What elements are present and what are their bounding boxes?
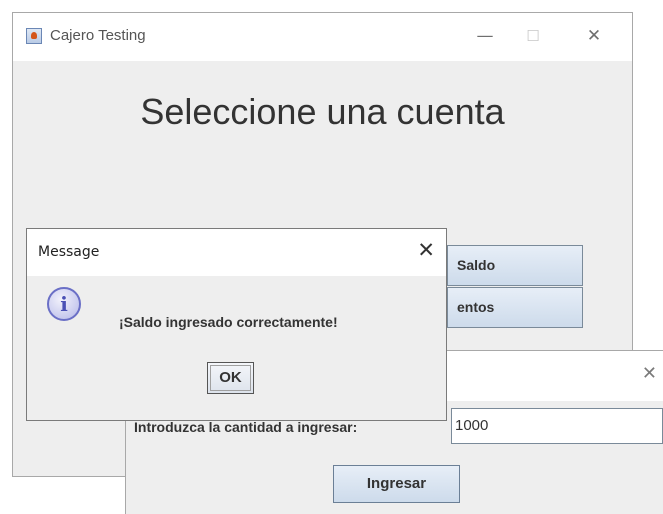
message-dialog: Message ✕ i ¡Saldo ingresado correctamen…	[26, 228, 447, 421]
amount-input[interactable]: 1000	[451, 408, 663, 444]
java-app-icon	[26, 28, 42, 44]
main-titlebar[interactable]: Cajero Testing — ☐ ✕	[13, 13, 632, 61]
saldo-button[interactable]: Saldo	[447, 245, 583, 286]
ingresar-close-button[interactable]: ✕	[642, 363, 657, 384]
ingresar-button[interactable]: Ingresar	[333, 465, 460, 503]
amount-label: Introduzca la cantidad a ingresar:	[134, 419, 358, 435]
page-title: Seleccione una cuenta	[140, 91, 505, 132]
info-icon: i	[47, 287, 81, 321]
close-button[interactable]: ✕	[579, 23, 609, 49]
minimize-button[interactable]: —	[470, 23, 500, 49]
message-close-button[interactable]: ✕	[417, 238, 435, 262]
movimientos-button[interactable]: entos	[447, 287, 583, 328]
maximize-button[interactable]: ☐	[518, 23, 548, 49]
message-title: Message	[38, 244, 100, 260]
ok-button[interactable]: OK	[207, 362, 254, 394]
message-titlebar[interactable]: Message ✕	[27, 229, 446, 276]
window-title: Cajero Testing	[50, 27, 146, 44]
message-text: ¡Saldo ingresado correctamente!	[119, 314, 338, 330]
